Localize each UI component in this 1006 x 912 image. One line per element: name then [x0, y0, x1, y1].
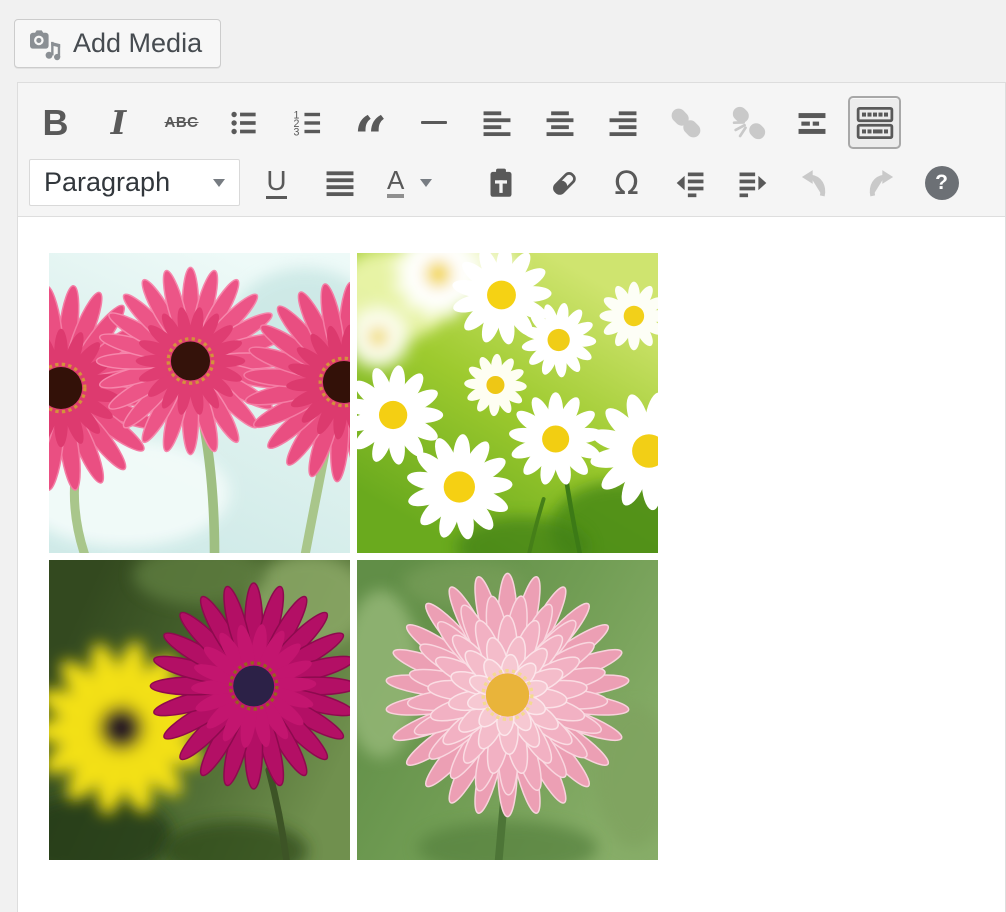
outdent-icon: [673, 166, 707, 200]
align-left-icon: [480, 106, 514, 140]
editor-toolbar: B I ABC 1 2: [18, 83, 1005, 217]
redo-button[interactable]: [852, 156, 905, 209]
underline-icon: U: [266, 166, 286, 198]
italic-icon: I: [111, 103, 126, 142]
align-center-icon: [543, 106, 577, 140]
numbered-list-icon: 1 2 3: [291, 106, 325, 140]
chevron-down-icon: [213, 179, 225, 187]
italic-button[interactable]: I: [92, 96, 145, 149]
bulleted-list-button[interactable]: [218, 96, 271, 149]
bold-icon: B: [43, 102, 69, 144]
unlink-button[interactable]: [722, 96, 775, 149]
add-media-label: Add Media: [73, 28, 202, 59]
horizontal-rule-icon: [421, 121, 447, 125]
link-button[interactable]: [659, 96, 712, 149]
undo-button[interactable]: [789, 156, 842, 209]
wordpress-post-editor: Add Media B I ABC: [0, 0, 1006, 912]
clear-formatting-button[interactable]: [537, 156, 590, 209]
read-more-button[interactable]: [785, 96, 838, 149]
numbered-list-button[interactable]: 1 2 3: [281, 96, 334, 149]
align-right-button[interactable]: [596, 96, 649, 149]
keyboard-icon: [853, 101, 897, 145]
indent-icon: [736, 166, 770, 200]
paste-text-icon: [483, 165, 519, 201]
justify-icon: [323, 166, 357, 200]
underline-button[interactable]: U: [250, 156, 303, 209]
strikethrough-button[interactable]: ABC: [155, 96, 208, 149]
strikethrough-icon: ABC: [165, 114, 199, 131]
horizontal-rule-button[interactable]: [407, 96, 460, 149]
undo-arrow-icon: [798, 165, 834, 201]
indent-button[interactable]: [726, 156, 779, 209]
text-color-button[interactable]: A: [376, 156, 464, 209]
redo-arrow-icon: [861, 165, 897, 201]
editor-content[interactable]: [18, 217, 1005, 912]
text-color-icon: A: [387, 167, 404, 198]
help-button[interactable]: ?: [915, 156, 968, 209]
omega-icon: Ω: [614, 164, 638, 202]
format-select-value: Paragraph: [44, 167, 170, 198]
link-icon: [667, 104, 705, 142]
content-image-white-daisies[interactable]: [357, 253, 658, 553]
editor-panel: B I ABC 1 2: [17, 82, 1006, 912]
bold-button[interactable]: B: [29, 96, 82, 149]
content-image-pink-gerbera-daisies[interactable]: [49, 253, 350, 553]
add-media-icon: [27, 26, 63, 62]
read-more-icon: [795, 106, 829, 140]
toolbar-row-1: B I ABC 1 2: [29, 96, 997, 149]
eraser-icon: [546, 165, 582, 201]
content-image-yellow-and-magenta-daisies[interactable]: [49, 560, 350, 860]
blockquote-button[interactable]: “: [344, 96, 397, 149]
align-right-icon: [606, 106, 640, 140]
add-media-button[interactable]: Add Media: [14, 19, 221, 68]
unlink-icon: [730, 104, 768, 142]
paste-as-text-button[interactable]: [474, 156, 527, 209]
image-grid: [49, 253, 658, 860]
bulleted-list-icon: [228, 106, 262, 140]
outdent-button[interactable]: [663, 156, 716, 209]
format-select[interactable]: Paragraph: [29, 159, 240, 206]
align-center-button[interactable]: [533, 96, 586, 149]
toolbar-row-2: Paragraph U A: [29, 156, 997, 209]
toolbar-toggle-button[interactable]: [848, 96, 901, 149]
align-left-button[interactable]: [470, 96, 523, 149]
chevron-down-icon: [420, 179, 432, 187]
svg-text:3: 3: [293, 126, 299, 138]
content-image-pink-dahlia[interactable]: [357, 560, 658, 860]
special-character-button[interactable]: Ω: [600, 156, 653, 209]
help-icon: ?: [925, 166, 959, 200]
